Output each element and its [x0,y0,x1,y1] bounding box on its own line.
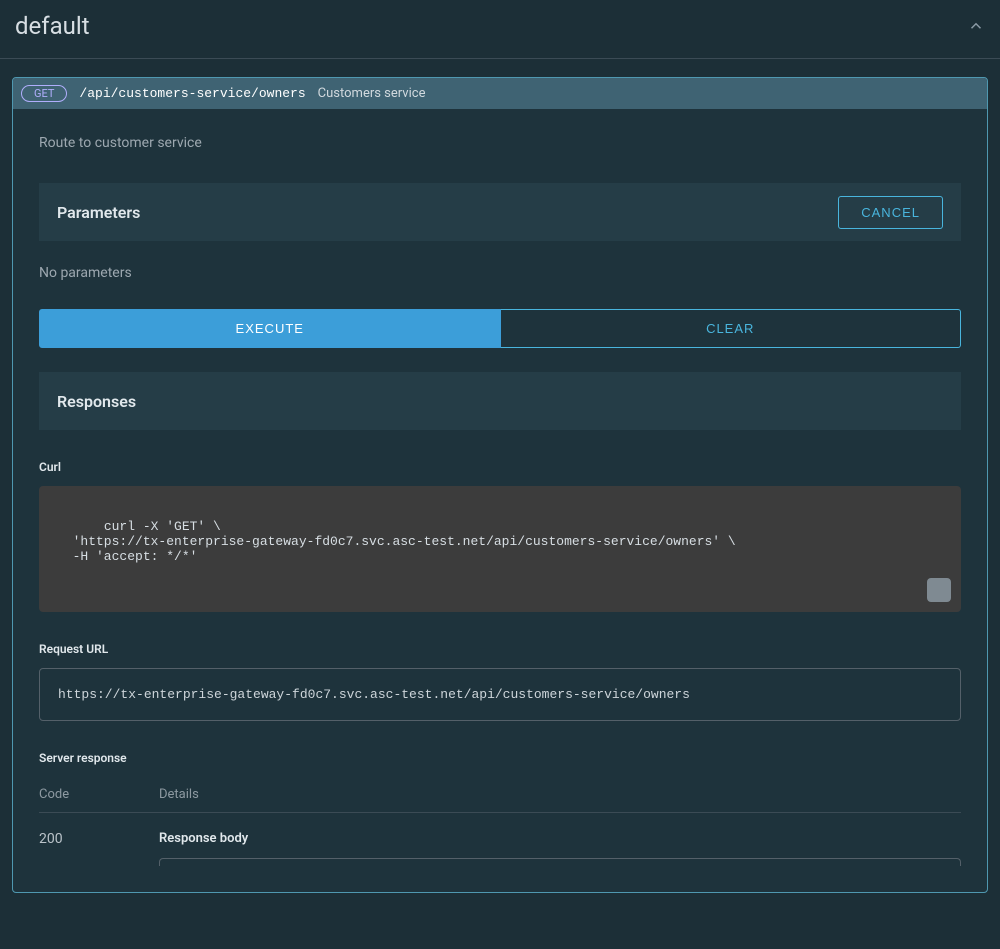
status-code: 200 [39,831,159,866]
response-header-row: Code Details [39,777,961,812]
request-url-value: https://tx-enterprise-gateway-fd0c7.svc.… [58,687,690,702]
request-url-block: https://tx-enterprise-gateway-fd0c7.svc.… [39,668,961,721]
http-method-badge: GET [21,85,67,102]
response-details: Response body [159,831,961,866]
responses-title: Responses [57,392,136,411]
tag-header[interactable]: default [0,0,1000,59]
chevron-up-icon [967,17,985,35]
clear-button[interactable]: Clear [501,309,962,348]
code-column-header: Code [39,787,159,802]
parameters-title: Parameters [57,203,140,222]
responses-section-header: Responses [39,372,961,430]
execute-row: Execute Clear [39,309,961,348]
operation-summary[interactable]: GET /api/customers-service/owners Custom… [13,78,987,109]
details-column-header: Details [159,787,961,802]
response-data-row: 200 Response body [39,812,961,866]
endpoint-description: Route to customer service [39,135,961,151]
execute-button[interactable]: Execute [39,309,501,348]
curl-label: Curl [39,460,961,474]
no-parameters-text: No parameters [39,241,961,309]
operation-body: Route to customer service Parameters Can… [13,109,987,892]
operation-block: GET /api/customers-service/owners Custom… [12,77,988,893]
copy-curl-button[interactable] [927,578,951,602]
response-body-label: Response body [159,831,961,846]
clipboard-icon [960,596,961,612]
endpoint-summary: Customers service [318,86,426,101]
cancel-button[interactable]: Cancel [838,196,943,229]
response-body-box [159,858,961,866]
endpoint-path: /api/customers-service/owners [79,86,305,101]
tag-title: default [15,12,90,40]
parameters-section-header: Parameters Cancel [39,183,961,241]
curl-code-block: curl -X 'GET' \ 'https://tx-enterprise-g… [39,486,961,612]
curl-command-text: curl -X 'GET' \ 'https://tx-enterprise-g… [57,519,736,564]
request-url-label: Request URL [39,642,961,656]
server-response-label: Server response [39,751,961,765]
